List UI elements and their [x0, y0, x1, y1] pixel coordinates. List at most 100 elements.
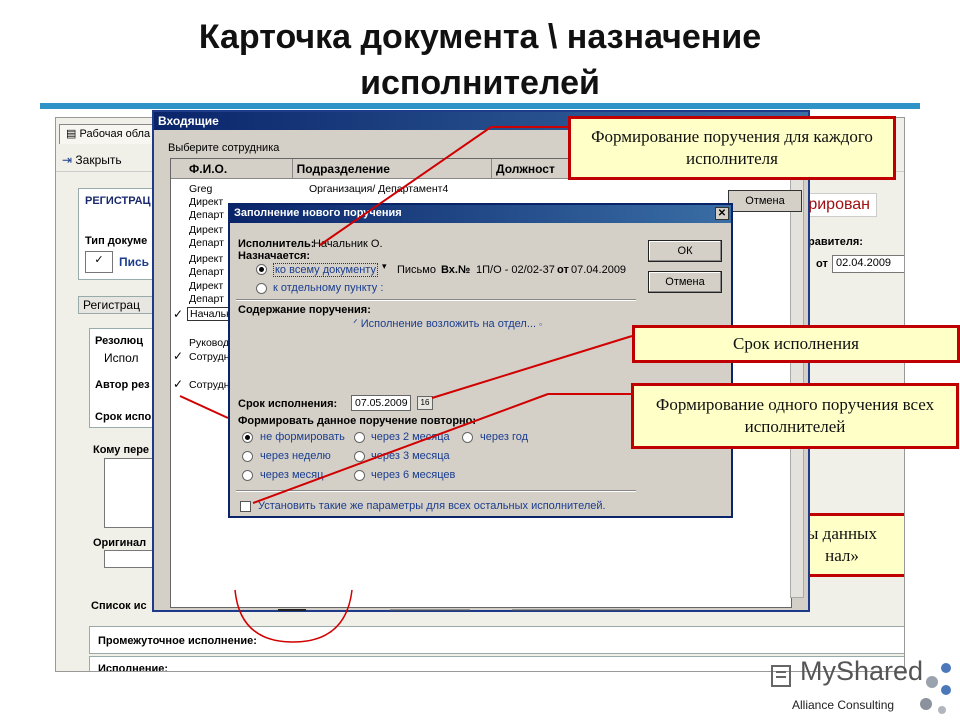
letter-label: Пись	[119, 255, 150, 269]
cancel-button[interactable]: Отмена	[648, 271, 722, 293]
list-item[interactable]: Руковод	[189, 337, 229, 349]
content-label: Содержание поручения:	[238, 304, 371, 316]
apply-all-checkbox[interactable]	[240, 501, 251, 512]
callout-single-for-all: Формирование одного поручения всех испол…	[631, 383, 959, 449]
radio-repeat-3m[interactable]	[354, 451, 365, 462]
logo-text: MyShared	[800, 656, 924, 686]
deadline-label: Срок исполнения:	[238, 398, 338, 410]
callout-deadline: Срок исполнения	[632, 325, 960, 363]
decorative-dots-icon	[920, 663, 951, 714]
executor-label: Исполнитель:	[238, 238, 315, 250]
deadline-value: 07.05.2009	[355, 397, 408, 409]
executors-list-label: Список ис	[91, 600, 147, 612]
original-field[interactable]	[104, 550, 154, 568]
tab-workspace[interactable]: ▤ Рабочая обла	[59, 124, 158, 144]
apply-all-label[interactable]: Установить такие же параметры для всех о…	[258, 500, 606, 512]
date-value: 02.04.2009	[836, 257, 892, 269]
list-item[interactable]: Сотрудн	[189, 351, 230, 363]
slide-title: Карточка документа \ назначение исполнит…	[60, 14, 900, 106]
radio-repeat-2m[interactable]	[354, 432, 365, 443]
title-underline	[40, 103, 920, 109]
radio-repeat-year[interactable]	[462, 432, 473, 443]
tab-workspace-label: Рабочая обла	[79, 128, 151, 140]
list-item[interactable]: Сотрудн	[189, 379, 230, 391]
column-name[interactable]: Ф.И.О.	[171, 159, 293, 178]
letter-date: 07.04.2009	[571, 264, 627, 276]
checkmark-icon[interactable]: ✓	[173, 377, 183, 391]
repeat-option[interactable]: через год	[480, 431, 528, 443]
radio-repeat-none[interactable]	[242, 432, 253, 443]
divider	[236, 490, 636, 492]
close-icon[interactable]: ✕	[715, 207, 729, 220]
radio-repeat-month[interactable]	[242, 470, 253, 481]
list-item[interactable]: Департ	[189, 293, 224, 305]
window-cancel-button[interactable]: Отмена	[728, 190, 802, 212]
resolution-label: Резолюц	[95, 335, 143, 347]
option-whole-document[interactable]: ко всему документу	[273, 263, 378, 277]
date-field[interactable]: 02.04.2009	[832, 255, 904, 273]
list-item[interactable]: Директ	[189, 224, 223, 236]
content-value[interactable]: ᐟ Исполнение возложить на отдел... ▫	[353, 317, 542, 330]
mail-logo-icon	[771, 665, 791, 687]
list-item[interactable]: Greg Организация/ Департамент4	[189, 183, 448, 195]
callout-partial: ы данных нал»	[800, 513, 904, 577]
repeat-option[interactable]: через месяц	[260, 469, 323, 481]
author-label: Автор рез	[95, 379, 150, 391]
list-item[interactable]: Директ	[189, 253, 223, 265]
letter-from: от	[557, 264, 569, 276]
deadline-bg-label: Срок испо	[95, 411, 152, 423]
ok-button[interactable]: ОК	[648, 240, 722, 262]
registration-heading: РЕГИСТРАЦ	[85, 195, 151, 207]
column-department[interactable]: Подразделение	[293, 159, 492, 178]
list-item[interactable]: Директ	[189, 196, 223, 208]
close-label: Закрыть	[75, 153, 122, 167]
dialog-title: Заполнение нового поручения	[234, 207, 402, 219]
executor-value: Начальник О.	[313, 238, 383, 250]
list-scrollbar[interactable]	[790, 158, 804, 598]
option-separate-item[interactable]: к отдельному пункту :	[273, 282, 383, 294]
repeat-option[interactable]: через 2 месяца	[371, 431, 450, 443]
list-item[interactable]: Департ	[189, 209, 224, 221]
footer-credit: Alliance Consulting	[792, 698, 895, 712]
list-item[interactable]: Департ	[189, 237, 224, 249]
divider	[236, 299, 636, 301]
radio-repeat-week[interactable]	[242, 451, 253, 462]
checkmark-icon[interactable]: ✓	[173, 349, 183, 363]
assigned-label: Назначается:	[238, 250, 311, 262]
doc-type-label: Тип докуме	[85, 235, 148, 247]
intermediate-label: Промежуточное исполнение:	[98, 635, 257, 647]
radio-whole-document[interactable]	[256, 264, 267, 275]
deadline-field[interactable]: 07.05.2009	[351, 395, 411, 411]
callout-per-executor: Формирование поручения для каждого испол…	[568, 116, 896, 180]
letter-number: 1П/О - 02/02-37	[476, 264, 555, 276]
select-employee-label: Выберите сотрудника	[168, 142, 280, 154]
exit-icon: ⇥	[62, 153, 73, 167]
executor-column-label: равителя:	[808, 236, 863, 248]
radio-separate-item[interactable]	[256, 283, 267, 294]
to-whom-label: Кому пере	[93, 444, 150, 456]
dialog-title-bar: Заполнение нового поручения ✕	[230, 205, 731, 223]
folder-icon: ▤	[66, 128, 77, 140]
to-whom-field[interactable]	[104, 458, 154, 528]
slide-title-line2: исполнителей	[360, 64, 600, 102]
callout-partial-line2: нал»	[825, 546, 859, 565]
intermediate-panel: Промежуточное исполнение:	[89, 626, 904, 654]
list-item[interactable]: Директ	[189, 280, 223, 292]
letter-text: Письмо	[397, 264, 436, 276]
repeat-option[interactable]: не формировать	[260, 431, 345, 443]
resolution-value: Испол	[104, 351, 139, 365]
repeat-option[interactable]: через 6 месяцев	[371, 469, 455, 481]
radio-repeat-6m[interactable]	[354, 470, 365, 481]
execution-label: Исполнение:	[98, 663, 169, 672]
dropdown-icon[interactable]: ▾	[382, 261, 387, 272]
list-item[interactable]: Департ	[189, 266, 224, 278]
doc-type-check[interactable]: ✓	[85, 251, 113, 273]
date-prefix: от	[816, 258, 828, 270]
registration-tab-label: Регистрац	[83, 298, 140, 312]
callout-partial-line1: ы данных	[807, 524, 877, 543]
repeat-option[interactable]: через 3 месяца	[371, 450, 450, 462]
checkmark-icon[interactable]: ✓	[173, 307, 183, 321]
calendar-icon[interactable]: 16	[417, 396, 433, 410]
repeat-option[interactable]: через неделю	[260, 450, 331, 462]
close-toolbar-button[interactable]: ⇥ Закрыть	[62, 153, 122, 167]
